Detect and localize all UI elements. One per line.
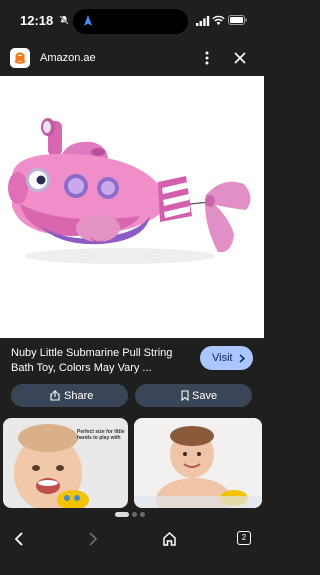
pager-dot bbox=[132, 512, 137, 517]
status-bar: 12:18 bbox=[0, 0, 264, 40]
status-time: 12:18 bbox=[20, 13, 54, 28]
related-caption-1: Perfect size for little hands to play wi… bbox=[77, 429, 125, 441]
related-image-1[interactable]: Perfect size for little hands to play wi… bbox=[3, 418, 128, 508]
share-label: Share bbox=[64, 390, 94, 402]
amazon-logo-icon[interactable] bbox=[10, 48, 30, 68]
close-icon[interactable] bbox=[233, 51, 247, 65]
more-vertical-icon[interactable] bbox=[200, 50, 214, 66]
site-name[interactable]: Amazon.ae bbox=[40, 52, 96, 64]
share-icon bbox=[50, 390, 60, 401]
pager-dot-active bbox=[115, 512, 129, 517]
related-images: Perfect size for little hands to play wi… bbox=[0, 418, 264, 508]
tab-count: 2 bbox=[241, 533, 247, 542]
save-button[interactable]: Save bbox=[135, 384, 252, 407]
bottom-nav-bar: 2 bbox=[0, 522, 264, 575]
pager bbox=[0, 508, 264, 522]
tabs-button[interactable]: 2 bbox=[237, 531, 251, 545]
visit-label: Visit bbox=[212, 352, 233, 364]
chevron-right-icon[interactable] bbox=[86, 531, 100, 547]
pager-dot bbox=[140, 512, 145, 517]
save-label: Save bbox=[192, 390, 218, 402]
title-row: Nuby Little Submarine Pull String Bath T… bbox=[0, 338, 264, 382]
navigation-arrow-icon bbox=[84, 15, 92, 26]
chevron-right-icon bbox=[239, 354, 245, 363]
product-image[interactable] bbox=[0, 76, 264, 338]
share-button[interactable]: Share bbox=[11, 384, 128, 407]
child-in-bath-image bbox=[134, 418, 262, 508]
signal-icon bbox=[196, 16, 210, 26]
wifi-icon bbox=[212, 15, 225, 25]
product-title[interactable]: Nuby Little Submarine Pull String Bath T… bbox=[11, 346, 189, 376]
home-icon[interactable] bbox=[162, 531, 177, 547]
visit-button[interactable]: Visit bbox=[200, 346, 253, 370]
related-image-2[interactable] bbox=[134, 418, 262, 508]
chevron-left-icon[interactable] bbox=[12, 531, 26, 547]
pink-submarine-toy-image bbox=[0, 76, 264, 338]
bookmark-icon bbox=[181, 390, 189, 401]
screen: 12:18 Amazon.ae Nuby Little Submarine Pu… bbox=[0, 0, 264, 575]
battery-icon bbox=[228, 15, 247, 25]
header: Amazon.ae bbox=[0, 40, 264, 76]
bell-slash-icon bbox=[59, 15, 69, 25]
